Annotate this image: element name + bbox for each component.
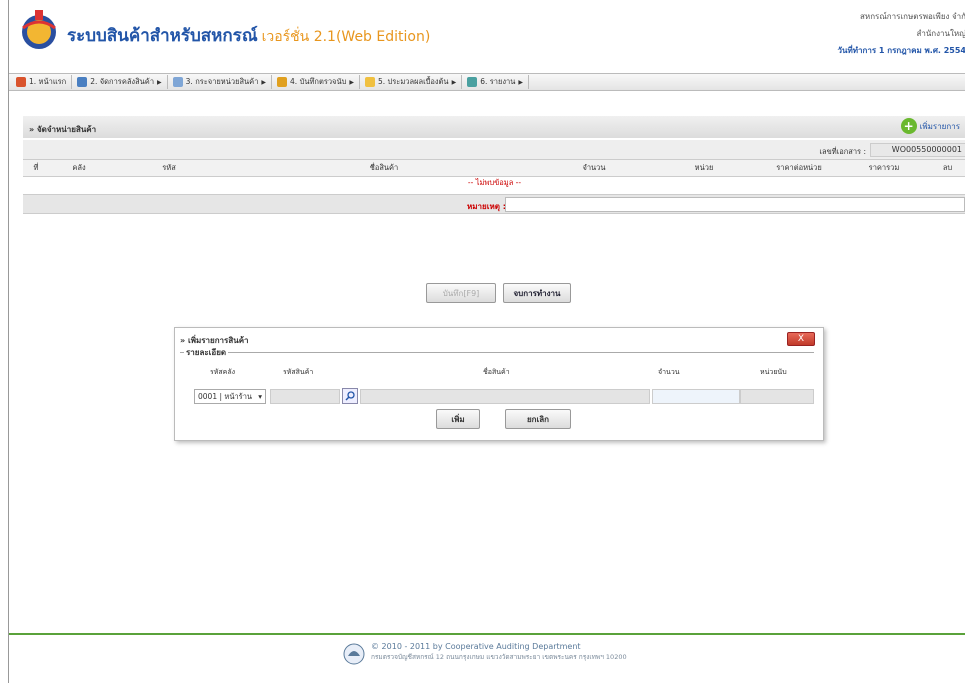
doc-number-row: เลขที่เอกสาร : WO00550000001 (23, 140, 965, 160)
doc-number-field: WO00550000001 (870, 143, 965, 157)
remark-row: หมายเหตุ : (23, 194, 965, 214)
col-header-total: ราคารวม (839, 160, 929, 177)
detail-legend: รายละเอียด (184, 346, 229, 359)
doc-number-label: เลขที่เอกสาร : (819, 147, 866, 156)
submenu-arrow-icon: ▶ (451, 78, 457, 86)
menu-item-1[interactable]: 1. หน้าแรก (11, 75, 73, 89)
work-date: วันที่ทำการ 1 กรกฎาคม พ.ศ. 2554 (837, 46, 965, 55)
unit-input (740, 389, 814, 404)
footer: © 2010 - 2011 by Cooperative Auditing De… (9, 635, 965, 683)
department-seal-icon (343, 643, 365, 665)
app-version: เวอร์ชั่น 2.1(Web Edition) (261, 29, 431, 45)
chevron-down-icon: ▾ (258, 392, 262, 401)
org-branch: สำนักงานใหญ่ (916, 29, 965, 38)
app-frame: ระบบสินค้าสำหรับสหกรณ์ เวอร์ชั่น 2.1(Web … (8, 0, 965, 683)
save-button[interactable]: บันทึก[F9] (426, 283, 496, 303)
panel-header: » จัดจำหน่ายสินค้า + เพิ่มรายการ (23, 116, 965, 138)
search-icon (345, 391, 355, 401)
menu-item-icon (364, 77, 375, 87)
quantity-input[interactable] (652, 389, 740, 404)
product-name-input (360, 389, 650, 404)
menu-item-icon (467, 77, 478, 87)
col-header-name: ชื่อสินค้า (229, 160, 539, 177)
org-name: สหกรณ์การเกษตรพอเพียง จำกั (860, 12, 965, 21)
col-header-code: รหัส (109, 160, 229, 177)
menu-item-label: 5. ประมวลผลเบื้องต้น (377, 77, 449, 86)
label-product-name: ชื่อสินค้า (483, 368, 510, 376)
end-work-button[interactable]: จบการทำงาน (503, 283, 571, 303)
col-header-no: ที่ (23, 160, 49, 177)
menu-item-6[interactable]: 6. รายงาน ▶ (462, 75, 529, 89)
menu-item-5[interactable]: 5. ประมวลผลเบื้องต้น ▶ (360, 75, 463, 89)
menu-item-2[interactable]: 2. จัดการคลังสินค้า ▶ (72, 75, 168, 89)
menu-item-label: 2. จัดการคลังสินค้า (90, 77, 155, 86)
main-menu: 1. หน้าแรก 2. จัดการคลังสินค้า ▶ 3. กระจายห… (9, 73, 965, 91)
org-info: สหกรณ์การเกษตรพอเพียง จำกั สำนักงานใหญ่ … (766, 8, 965, 59)
menu-item-icon (172, 77, 183, 87)
app-logo-icon (22, 10, 56, 49)
col-header-unit: หน่วย (649, 160, 759, 177)
col-header-delete: ลบ (929, 160, 965, 177)
dialog-close-button[interactable]: X (787, 332, 815, 346)
detail-fieldset: รายละเอียด รหัสคลัง รหัสสินค้า ชื่อสินค้… (180, 346, 814, 436)
menu-item-label: 3. กระจายหน่วยสินค้า (185, 77, 259, 86)
add-item-label: เพิ่มรายการ (919, 121, 960, 131)
sales-panel: » จัดจำหน่ายสินค้า + เพิ่มรายการ เลขที่เ… (23, 116, 965, 230)
table-empty-row: -- ไม่พบข้อมูล -- (23, 176, 965, 190)
col-header-warehouse: คลัง (49, 160, 109, 177)
header: ระบบสินค้าสำหรับสหกรณ์ เวอร์ชั่น 2.1(Web … (9, 0, 965, 70)
product-search-button[interactable] (342, 388, 358, 404)
submenu-arrow-icon: ▶ (518, 78, 523, 86)
footer-text: © 2010 - 2011 by Cooperative Auditing De… (371, 641, 627, 663)
footer-copyright: © 2010 - 2011 by Cooperative Auditing De… (371, 642, 581, 651)
menu-item-label: 6. รายงาน (480, 77, 516, 86)
label-unit: หน่วยนับ (760, 368, 787, 376)
close-icon: X (797, 334, 805, 344)
submenu-arrow-icon: ▶ (157, 78, 162, 86)
warehouse-select-value: 0001 | หน้าร้าน (198, 391, 253, 401)
submenu-arrow-icon: ▶ (349, 78, 354, 86)
label-product-code: รหัสสินค้า (283, 368, 314, 376)
items-table: ที่ คลัง รหัส ชื่อสินค้า จำนวน หน่วย ราค… (23, 160, 965, 190)
remark-label: หมายเหตุ : (467, 202, 506, 211)
label-quantity: จำนวน (658, 368, 680, 376)
app-title-text: ระบบสินค้าสำหรับสหกรณ์ (67, 26, 258, 46)
menu-item-icon (77, 77, 88, 87)
warehouse-select[interactable]: 0001 | หน้าร้าน ▾ (194, 389, 266, 404)
remark-input[interactable] (505, 197, 965, 212)
submenu-arrow-icon: ▶ (261, 78, 267, 86)
menu-item-4[interactable]: 4. บันทึกตรวจนับ ▶ (272, 75, 360, 89)
menu-item-3[interactable]: 3. กระจายหน่วยสินค้า ▶ (168, 75, 273, 89)
panel-title: » จัดจำหน่ายสินค้า (29, 125, 97, 134)
app-title: ระบบสินค้าสำหรับสหกรณ์ เวอร์ชั่น 2.1(Web … (67, 22, 430, 49)
add-item-dialog: » เพิ่มรายการสินค้า X รายละเอียด รหัสคลั… (174, 327, 824, 441)
menu-item-icon (16, 77, 26, 87)
table-header-row: ที่ คลัง รหัส ชื่อสินค้า จำนวน หน่วย ราค… (23, 160, 965, 177)
add-item-link[interactable]: + เพิ่มรายการ (900, 118, 960, 134)
menu-item-label: 1. หน้าแรก (29, 77, 67, 86)
footer-address: กรมตรวจบัญชีสหกรณ์ 12 ถนนกรุงเกษม แขวงวั… (371, 653, 627, 661)
menu-item-label: 4. บันทึกตรวจนับ (290, 77, 347, 86)
label-warehouse-code: รหัสคลัง (210, 368, 236, 376)
menu-item-icon (277, 77, 288, 87)
dialog-add-button[interactable]: เพิ่ม (436, 409, 480, 429)
product-code-input[interactable] (270, 389, 340, 404)
col-header-qty: จำนวน (539, 160, 649, 177)
add-icon: + (900, 118, 917, 134)
col-header-unit-price: ราคาต่อหน่วย (759, 160, 839, 177)
empty-message: -- ไม่พบข้อมูล -- (467, 178, 522, 188)
dialog-cancel-button[interactable]: ยกเลิก (505, 409, 571, 429)
